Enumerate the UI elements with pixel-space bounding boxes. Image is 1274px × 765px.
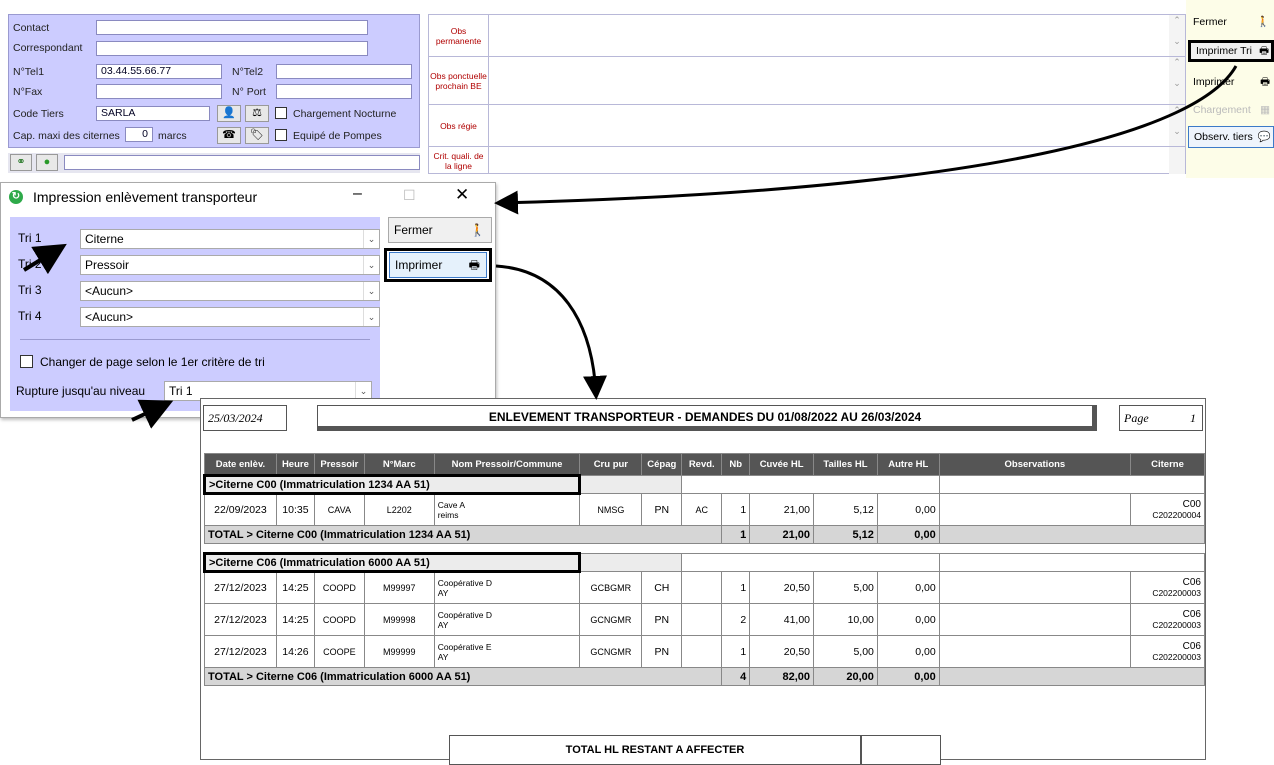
- arrow-tri1: [22, 243, 67, 275]
- arrow-to-report: [495, 264, 608, 400]
- arrow-to-dialog: [494, 65, 1238, 215]
- arrow-rupture: [131, 399, 174, 429]
- annotation-arrows: [22, 65, 1238, 429]
